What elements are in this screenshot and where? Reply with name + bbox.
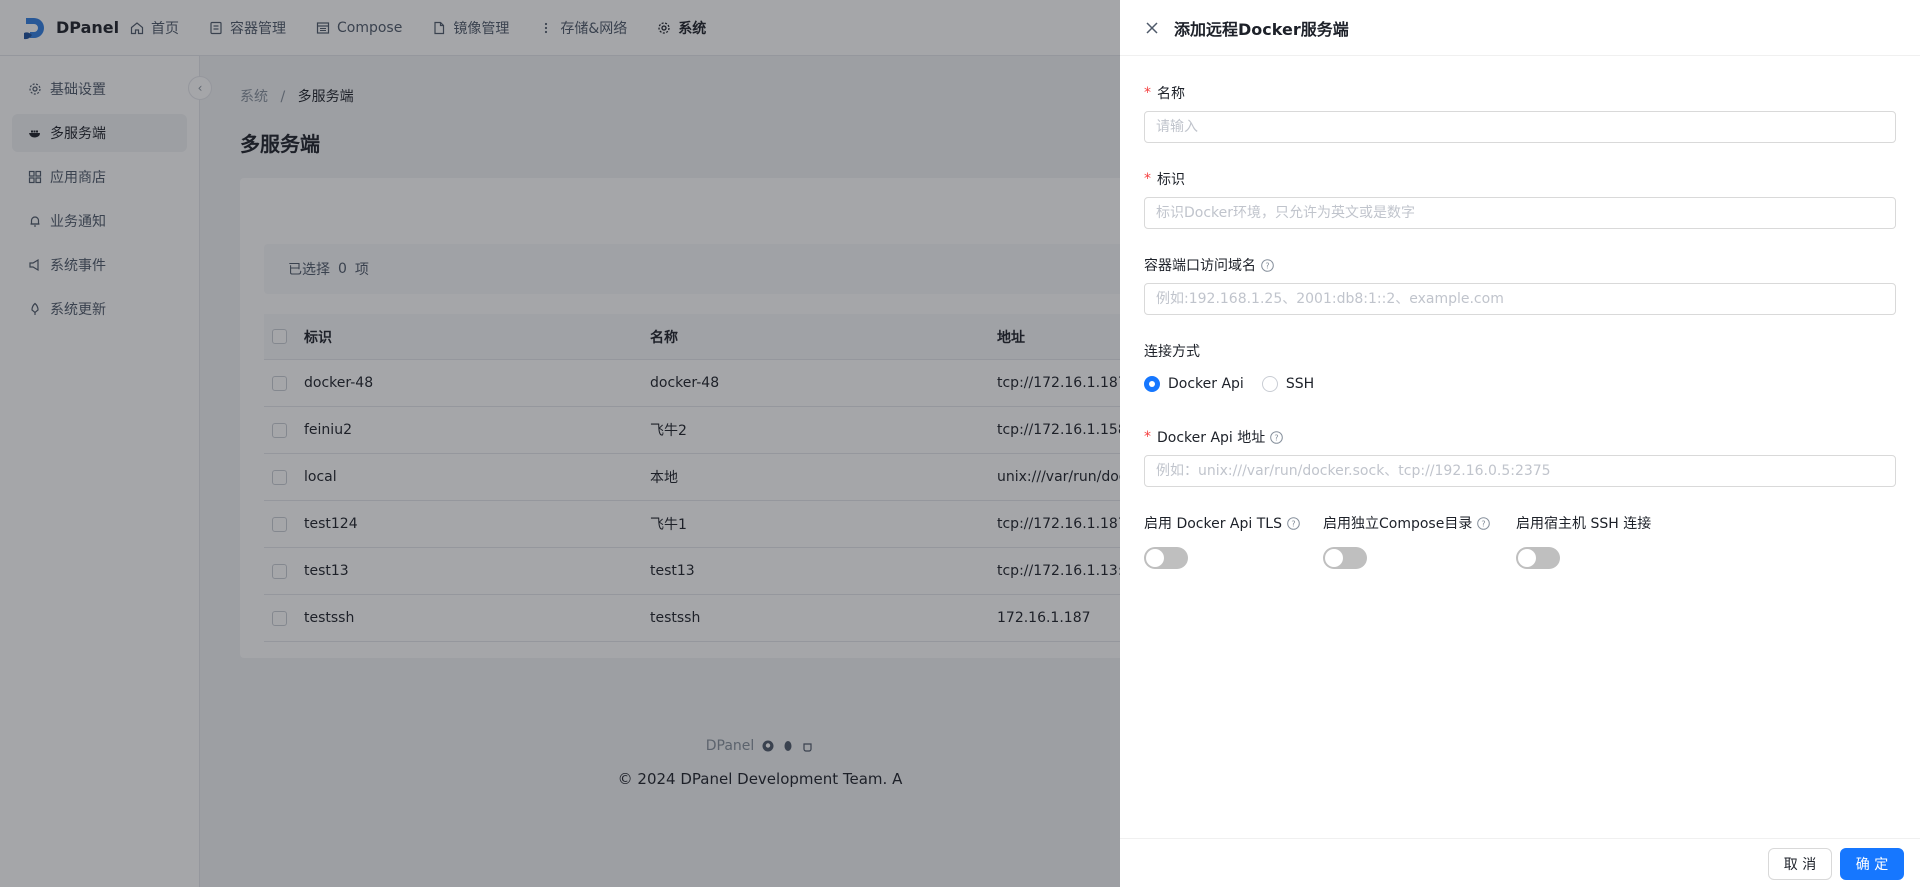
tag-label: * 标识 [1144,169,1185,189]
question-circle-icon[interactable]: ? [1270,430,1284,444]
switch-tls-label: 启用 Docker Api TLS ? [1144,513,1300,533]
radio-ssh[interactable]: SSH [1261,376,1315,392]
connection-label: 连接方式 [1144,341,1200,361]
switch-tls-label-text: 启用 Docker Api TLS [1144,516,1282,532]
radio-docker-api[interactable]: Docker Api [1144,376,1244,392]
switch-tls-group: 启用 Docker Api TLS ? [1144,513,1300,569]
svg-text:?: ? [1291,519,1295,528]
tag-input[interactable] [1144,197,1896,229]
radio-dot-checked[interactable] [1144,376,1160,392]
switch-ssh-label-text: 启用宿主机 SSH 连接 [1516,516,1652,532]
radio-docker-api-label: Docker Api [1168,376,1244,392]
name-input[interactable] [1144,111,1896,143]
cancel-button[interactable]: 取 消 [1768,848,1832,880]
connection-label-text: 连接方式 [1144,344,1200,360]
question-circle-icon[interactable]: ? [1261,258,1274,272]
close-icon[interactable] [1144,20,1160,36]
tag-label-text: 标识 [1157,172,1185,188]
switch-compose-label-text: 启用独立Compose目录 [1323,516,1473,532]
switch-ssh-label: 启用宿主机 SSH 连接 [1516,513,1651,533]
api-address-label: * Docker Api 地址 ? [1144,427,1284,447]
api-address-label-text: Docker Api 地址 [1157,430,1266,446]
name-label-text: 名称 [1157,86,1185,102]
required-mark: * [1144,429,1151,445]
radio-dot[interactable] [1261,376,1278,392]
question-circle-icon[interactable]: ? [1287,516,1300,530]
domain-input[interactable] [1144,283,1896,315]
domain-label-text: 容器端口访问域名 [1144,258,1256,274]
domain-label: 容器端口访问域名 ? [1144,255,1274,275]
drawer-footer: 取 消 确 定 [1120,838,1920,887]
switch-ssh-toggle[interactable] [1516,547,1560,569]
required-mark: * [1144,171,1151,187]
add-server-drawer: 添加远程Docker服务端 * 名称 * 标识 容器端口访问域名 ? 连接方式 … [1120,0,1920,887]
question-circle-icon[interactable]: ? [1477,516,1491,530]
switch-compose-toggle[interactable] [1323,547,1367,569]
radio-ssh-label: SSH [1285,376,1315,392]
required-mark: * [1144,85,1151,101]
svg-text:?: ? [1265,261,1269,270]
switch-compose-label: 启用独立Compose目录 ? [1323,513,1491,533]
api-address-input[interactable] [1144,455,1896,487]
confirm-button[interactable]: 确 定 [1840,848,1904,880]
switch-compose-group: 启用独立Compose目录 ? [1323,513,1491,569]
svg-text:?: ? [1275,433,1279,442]
switch-ssh-group: 启用宿主机 SSH 连接 [1516,513,1651,569]
drawer-title: 添加远程Docker服务端 [1174,19,1349,39]
drawer-header: 添加远程Docker服务端 [1120,0,1920,56]
svg-text:?: ? [1482,519,1486,528]
switch-tls-toggle[interactable] [1144,547,1188,569]
connection-radio-group: Docker Api SSH [1144,376,1332,392]
name-label: * 名称 [1144,83,1185,103]
